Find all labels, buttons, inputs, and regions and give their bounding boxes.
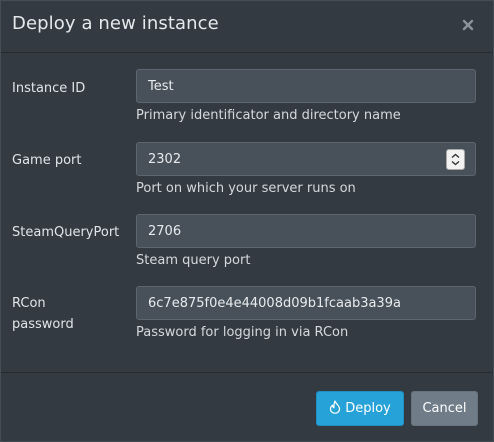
game-port-label: Game port [12,153,82,168]
instance-id-help: Primary identificator and directory name [136,108,401,123]
rcon-password-label-line1: RCon [12,296,46,311]
deploy-button[interactable]: Deploy [316,391,404,426]
rcon-password-label: RCon password [12,293,127,335]
steam-query-port-input[interactable] [136,214,476,248]
deploy-button-label: Deploy [345,401,391,416]
spinner-icon [451,153,460,166]
steam-query-port-help: Steam query port [136,253,251,268]
instance-id-label: Instance ID [12,81,86,96]
close-button[interactable] [461,18,475,32]
game-port-input[interactable] [136,142,476,176]
dialog-title: Deploy a new instance [12,13,219,34]
dialog-footer: Deploy Cancel [1,372,493,442]
dialog-body: Instance ID Primary identificator and di… [1,53,493,372]
cancel-button[interactable]: Cancel [411,391,478,426]
game-port-spinner[interactable] [446,149,465,170]
instance-id-input[interactable] [136,69,476,103]
steam-query-port-label: SteamQueryPort [12,225,120,240]
dialog-header: Deploy a new instance [1,1,493,53]
rcon-password-input[interactable] [136,286,476,320]
game-port-help: Port on which your server runs on [136,181,356,196]
close-icon [462,19,474,31]
deploy-instance-dialog: Deploy a new instance Instance ID Primar… [0,0,494,442]
rcon-password-help: Password for logging in via RCon [136,325,349,340]
rcon-password-label-line2: password [12,317,74,332]
fire-icon [329,394,341,427]
cancel-button-label: Cancel [422,401,467,416]
